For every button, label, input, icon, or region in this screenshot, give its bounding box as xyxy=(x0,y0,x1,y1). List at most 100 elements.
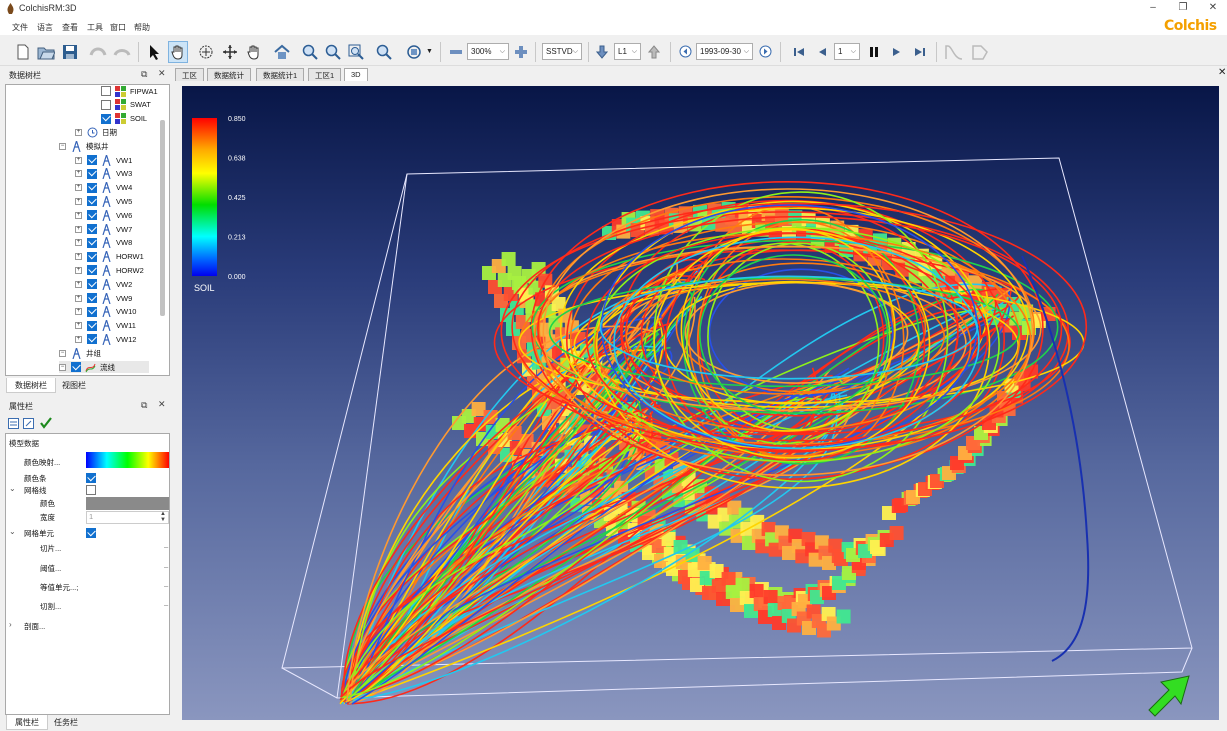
tree-item[interactable]: SWAT xyxy=(101,99,151,111)
grid-color-swatch[interactable] xyxy=(86,497,169,510)
tab-workarea[interactable]: 工区 xyxy=(175,68,204,81)
tree-checkbox[interactable] xyxy=(101,86,111,96)
step-forward-button[interactable] xyxy=(887,41,907,63)
tree-item[interactable]: + VW8 xyxy=(75,237,132,249)
menu-tools[interactable]: 工具 xyxy=(87,22,103,33)
tree-item[interactable]: − 井组 xyxy=(59,347,101,359)
chevron-right-icon[interactable]: › xyxy=(9,620,12,629)
tree-checkbox[interactable] xyxy=(87,279,97,290)
tree-item[interactable]: − 模拟井 xyxy=(59,140,109,152)
tree-item[interactable]: + VW2 xyxy=(75,278,132,290)
property-checkbox[interactable] xyxy=(86,485,96,495)
new-file-button[interactable] xyxy=(13,41,33,63)
layer-up-button[interactable] xyxy=(644,41,664,63)
step-select[interactable]: 1 ⌵ xyxy=(834,43,860,60)
tree-checkbox[interactable] xyxy=(87,293,97,303)
tree-item[interactable]: + VW12 xyxy=(75,333,136,345)
tree-item[interactable]: SOIL xyxy=(101,113,147,125)
tree-checkbox[interactable] xyxy=(71,362,81,372)
tree-item[interactable]: FIPWA1 xyxy=(101,85,158,97)
expand-icon[interactable]: + xyxy=(75,184,82,192)
tab-data-tree[interactable]: 数据树栏 xyxy=(6,378,56,393)
close-button[interactable]: ✕ xyxy=(1200,0,1226,17)
tree-checkbox[interactable] xyxy=(87,334,97,345)
tree-checkbox[interactable] xyxy=(87,168,97,179)
grid-select-button[interactable] xyxy=(196,41,216,63)
menu-help[interactable]: 帮助 xyxy=(134,22,150,33)
depth-mode-select[interactable]: SSTVD ⌵ xyxy=(542,43,582,60)
open-button[interactable] xyxy=(36,41,56,63)
tree-scrollbar[interactable] xyxy=(160,120,165,316)
tree-checkbox[interactable] xyxy=(87,306,97,317)
zoom-in-button[interactable] xyxy=(300,41,320,63)
menu-file[interactable]: 文件 xyxy=(12,22,28,33)
tree-checkbox[interactable] xyxy=(87,251,97,262)
home-button[interactable] xyxy=(272,41,292,63)
step-back-button[interactable] xyxy=(812,41,832,63)
first-step-button[interactable] xyxy=(789,41,809,63)
menu-view[interactable]: 查看 xyxy=(62,22,78,33)
property-more-icon[interactable]: – xyxy=(164,600,168,609)
prop-panel-float-button[interactable]: ⧉ xyxy=(141,400,147,411)
tree-item[interactable]: + VW9 xyxy=(75,292,132,304)
tree-checkbox[interactable] xyxy=(87,210,97,221)
date-select[interactable]: 1993-09-30 ⌵ xyxy=(696,43,753,60)
prop-action-2-button[interactable] xyxy=(23,418,34,431)
tree-panel-close-button[interactable]: ✕ xyxy=(158,68,166,79)
tree-item[interactable]: + HORW2 xyxy=(75,264,144,276)
zoom-decrease-button[interactable] xyxy=(446,41,466,63)
tree-checkbox[interactable] xyxy=(87,237,97,248)
tree-item[interactable]: − 流线 xyxy=(59,361,149,373)
width-spinbox[interactable]: 1 ▲ ▼ xyxy=(86,511,169,524)
expand-icon[interactable]: + xyxy=(75,253,82,261)
expand-icon[interactable]: + xyxy=(75,128,82,136)
select-tool-button[interactable] xyxy=(144,41,164,63)
maximize-button[interactable]: ❐ xyxy=(1170,0,1196,17)
property-more-icon[interactable]: – xyxy=(164,581,168,590)
tree-item[interactable]: + HORW1 xyxy=(75,251,144,263)
tab-statistics[interactable]: 数据统计 xyxy=(207,68,251,81)
pan-tool-button[interactable] xyxy=(168,41,188,63)
property-checkbox[interactable] xyxy=(86,528,96,538)
save-button[interactable] xyxy=(60,41,80,63)
prev-date-button[interactable] xyxy=(678,44,693,59)
close-view-button[interactable]: ✕ xyxy=(1218,67,1226,78)
zoom-box-button[interactable] xyxy=(346,41,366,63)
tree-item[interactable]: + VW4 xyxy=(75,182,132,194)
layer-down-button[interactable] xyxy=(592,41,612,63)
tree-item[interactable]: + VW6 xyxy=(75,209,132,221)
chevron-down-icon[interactable]: ⌄ xyxy=(9,484,16,493)
rotate-dropdown-arrow[interactable]: ▼ xyxy=(426,48,433,55)
menu-language[interactable]: 语言 xyxy=(37,22,53,33)
expand-icon[interactable]: + xyxy=(75,225,82,233)
expand-icon[interactable]: + xyxy=(75,322,82,330)
pause-button[interactable] xyxy=(864,41,884,63)
tab-3d[interactable]: 3D xyxy=(344,68,368,81)
tree-item[interactable]: + VW1 xyxy=(75,154,132,166)
zoom-increase-button[interactable] xyxy=(511,41,531,63)
zoom-out-button[interactable] xyxy=(323,41,343,63)
menu-window[interactable]: 窗口 xyxy=(110,22,126,33)
move-tool-button[interactable] xyxy=(220,41,240,63)
property-more-icon[interactable]: – xyxy=(164,542,168,551)
tree-item[interactable]: + VW3 xyxy=(75,168,132,180)
grab-tool-button[interactable] xyxy=(244,41,264,63)
expand-icon[interactable]: + xyxy=(75,197,82,205)
tree-item[interactable]: + 日期 xyxy=(75,126,117,138)
tree-panel-float-button[interactable]: ⧉ xyxy=(141,69,147,80)
tree-item[interactable]: + VW11 xyxy=(75,320,136,332)
tab-view[interactable]: 视图栏 xyxy=(54,378,94,393)
apply-button[interactable] xyxy=(40,417,52,431)
layer-select[interactable]: L1 ⌵ xyxy=(614,43,641,60)
tree-item[interactable]: + VW5 xyxy=(75,195,132,207)
3d-viewport[interactable]: 0.850 0.638 0.425 0.213 0.000 SOIL xyxy=(182,86,1219,720)
tab-statistics1[interactable]: 数据统计1 xyxy=(256,68,305,81)
property-checkbox[interactable] xyxy=(86,473,96,483)
tab-workarea1[interactable]: 工区1 xyxy=(308,68,342,81)
tree-checkbox[interactable] xyxy=(101,113,111,124)
zoom-fit-button[interactable] xyxy=(374,41,394,63)
tree-item[interactable]: + VW10 xyxy=(75,306,136,318)
expand-icon[interactable]: + xyxy=(75,211,82,219)
collapse-icon[interactable]: − xyxy=(59,349,66,357)
rotate-view-button[interactable] xyxy=(404,41,424,63)
